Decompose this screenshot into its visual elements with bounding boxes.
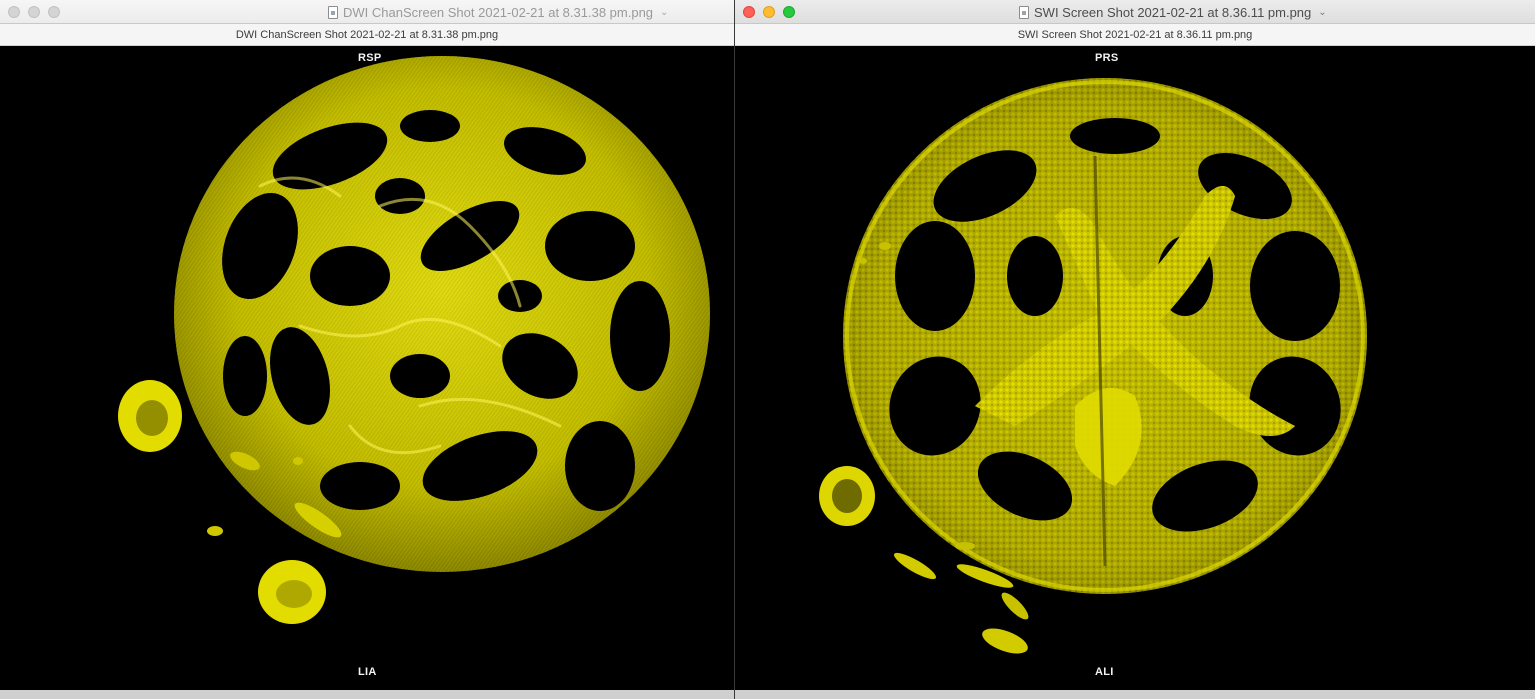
- window-title-text: DWI ChanScreen Shot 2021-02-21 at 8.31.3…: [343, 4, 654, 20]
- orientation-label-top: RSP: [358, 52, 382, 64]
- window-titlebar[interactable]: DWI ChanScreen Shot 2021-02-21 at 8.31.3…: [0, 0, 734, 24]
- window-title[interactable]: SWI Screen Shot 2021-02-21 at 8.36.11 pm…: [735, 3, 1535, 21]
- orientation-label-bottom: LIA: [358, 666, 377, 678]
- image-viewer[interactable]: PRS ALI: [735, 46, 1535, 690]
- document-icon: [1019, 5, 1029, 19]
- desktop: DWI ChanScreen Shot 2021-02-21 at 8.31.3…: [0, 0, 1535, 699]
- orientation-label-top: PRS: [1095, 52, 1119, 64]
- dwi-volume-render-image: [118, 56, 710, 624]
- chevron-down-icon[interactable]: ⌄: [1318, 7, 1326, 18]
- window-titlebar[interactable]: SWI Screen Shot 2021-02-21 at 8.36.11 pm…: [735, 0, 1535, 24]
- document-tab-label: DWI ChanScreen Shot 2021-02-21 at 8.31.3…: [235, 28, 499, 41]
- document-tab: SWI Screen Shot 2021-02-21 at 8.36.11 pm…: [735, 24, 1535, 46]
- document-icon: [328, 5, 338, 19]
- window-title[interactable]: DWI ChanScreen Shot 2021-02-21 at 8.31.3…: [0, 3, 734, 21]
- document-tab-label: SWI Screen Shot 2021-02-21 at 8.36.11 pm…: [1017, 28, 1253, 41]
- window-title-text: SWI Screen Shot 2021-02-21 at 8.36.11 pm…: [1034, 4, 1312, 20]
- swi-preview-window: SWI Screen Shot 2021-02-21 at 8.36.11 pm…: [734, 0, 1535, 699]
- orientation-label-bottom: ALI: [1095, 666, 1114, 678]
- image-viewer[interactable]: RSP LIA: [0, 46, 734, 690]
- chevron-down-icon[interactable]: ⌄: [660, 7, 668, 18]
- document-tab: DWI ChanScreen Shot 2021-02-21 at 8.31.3…: [0, 24, 734, 46]
- window-bottom-edge: [735, 690, 1535, 699]
- dwi-preview-window: DWI ChanScreen Shot 2021-02-21 at 8.31.3…: [0, 0, 734, 699]
- swi-volume-render-image: [819, 78, 1367, 654]
- window-bottom-edge: [0, 690, 734, 699]
